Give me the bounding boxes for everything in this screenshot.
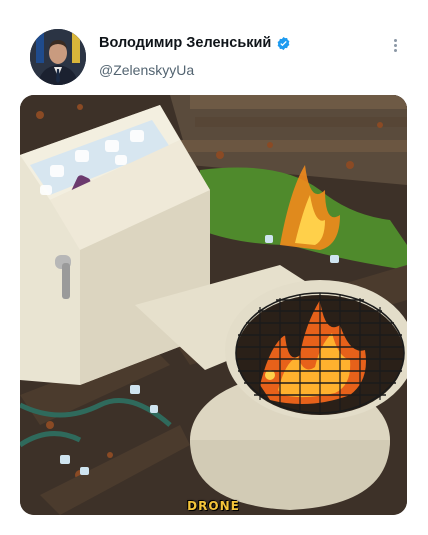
author-name[interactable]: Володимир Зеленський [99,35,271,51]
toilet-grill-photo [20,95,407,515]
avatar-photo [30,29,86,85]
tweet-media-photo[interactable]: DRONE [20,95,407,515]
author-handle[interactable]: @ZelenskyyUa [99,62,194,78]
avatar[interactable] [30,29,86,85]
verified-badge-icon [277,36,290,50]
more-options-icon[interactable] [385,35,405,55]
watermark-drone: DRONE [187,499,240,513]
author-name-row[interactable]: Володимир Зеленський [99,35,291,51]
